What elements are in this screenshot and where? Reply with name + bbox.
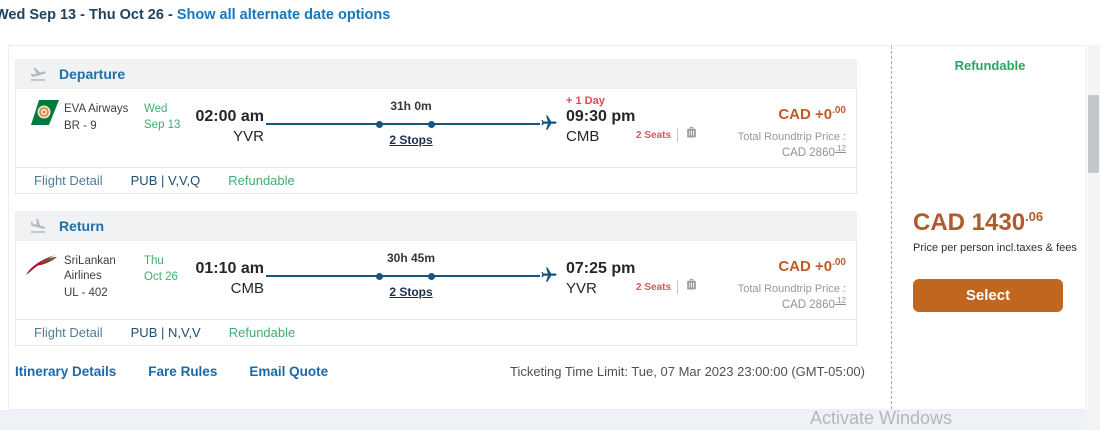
summary-divider [891,46,892,409]
return-origin: 01:10 am CMB [178,247,265,298]
activate-windows-watermark: Activate Windows [810,408,953,428]
flight-number: BR - 9 [64,119,97,132]
flight-detail-link[interactable]: Flight Detail [34,325,103,340]
itinerary-details-link[interactable]: Itinerary Details [15,364,116,379]
origin-plusday-spacer [178,95,264,108]
route-line [266,123,540,125]
refundable-tag: Refundable [228,325,296,340]
return-row-footer: Flight Detail PUB | N,V,V Refundable [16,319,856,345]
stop-dot [376,121,384,128]
fare-rules-link[interactable]: Fare Rules [148,364,217,379]
price-addon: CAD +0.00 [778,257,846,275]
flight-result-card: Departure EVA Airways BR - 9 Wed Sep 13 … [8,45,1086,410]
route-line [266,275,540,277]
card-footer-links: Itinerary Details Fare Rules Email Quote… [15,364,865,379]
total-roundtrip-amount: CAD 2860.12 [781,144,846,159]
price-per-person-note: Price per person incl.taxes & fees [913,242,1077,254]
price-addon: CAD +0.00 [778,105,846,123]
fare-basis-code: PUB | N,V,V [130,325,201,340]
departure-row-footer: Flight Detail PUB | V,V,Q Refundable [16,167,856,193]
departure-airport: CMB [230,280,264,298]
refundable-tag: Refundable [228,173,295,188]
departure-flight-row: EVA Airways BR - 9 Wed Sep 13 02:00 am Y… [15,89,857,194]
airline-name: EVA Airways [64,103,129,115]
origin-plusday-spacer [178,247,264,260]
departure-time: 02:00 am [195,108,265,125]
departure-duration: 31h 0m [390,99,432,113]
plus-one-day-label [566,247,652,260]
return-route: 30h 45m 2 Stops [266,249,557,311]
arrival-time: 07:25 pm [566,260,636,277]
total-roundtrip-amount: CAD 2860.12 [781,296,846,311]
vertical-scrollbar[interactable] [1087,45,1100,430]
departure-section-title: Departure [59,66,126,82]
flight-takeoff-icon [27,65,49,83]
ticketing-time-limit: Ticketing Time Limit: Tue, 07 Mar 2023 2… [509,364,865,379]
total-roundtrip-label: Total Roundtrip Price : [737,131,846,143]
airline-info: EVA Airways BR - 9 [64,102,142,134]
alternate-dates-link[interactable]: Show all alternate date options [177,7,391,23]
return-section-title: Return [59,218,105,234]
departure-route: 31h 0m 2 Stops [266,97,557,159]
srilankan-airlines-logo [26,255,57,275]
flight-landing-icon [27,217,49,235]
stop-dot [376,273,384,280]
departure-section-header: Departure [15,59,857,89]
date-range-text: Wed Sep 13 - Thu Oct 26 - [0,7,177,23]
departure-time: 01:10 am [195,260,265,277]
airline-info: SriLankan Airlines UL - 402 [64,254,142,301]
scrollbar-thumb[interactable] [1088,95,1099,173]
return-section-header: Return [15,211,857,241]
flight-detail-link[interactable]: Flight Detail [34,173,103,188]
return-stops-link[interactable]: 2 Stops [266,285,556,299]
eva-airways-logo [31,100,59,125]
arrival-time: 09:30 pm [566,108,636,125]
stop-dot [428,121,436,128]
summary-refundable-label: Refundable [954,58,1026,73]
departure-airport: YVR [233,128,264,146]
airline-name: SriLankan Airlines [64,255,116,282]
plus-one-day-label: + 1 Day [566,95,605,107]
email-quote-link[interactable]: Email Quote [249,364,328,379]
return-duration: 30h 45m [386,251,436,265]
departure-price-block: CAD +0.00 Total Roundtrip Price : CAD 28… [646,105,846,159]
summary-price: CAD 1430.06 [913,209,1044,236]
return-flight-row: SriLankan Airlines UL - 402 Thu Oct 26 0… [15,241,857,346]
stop-dot [428,273,436,280]
date-range-bar: Wed Sep 13 - Thu Oct 26 - Show all alter… [0,7,390,23]
price-summary-panel: Refundable CAD 1430.06 Price per person … [893,46,1087,409]
select-button[interactable]: Select [913,279,1063,312]
fare-basis-code: PUB | V,V,Q [130,173,201,188]
total-roundtrip-label: Total Roundtrip Price : [737,283,846,295]
departure-origin: 02:00 am YVR [178,95,265,146]
return-price-block: CAD +0.00 Total Roundtrip Price : CAD 28… [646,257,846,311]
departure-stops-link[interactable]: 2 Stops [266,133,556,147]
flight-number: UL - 402 [64,286,108,299]
